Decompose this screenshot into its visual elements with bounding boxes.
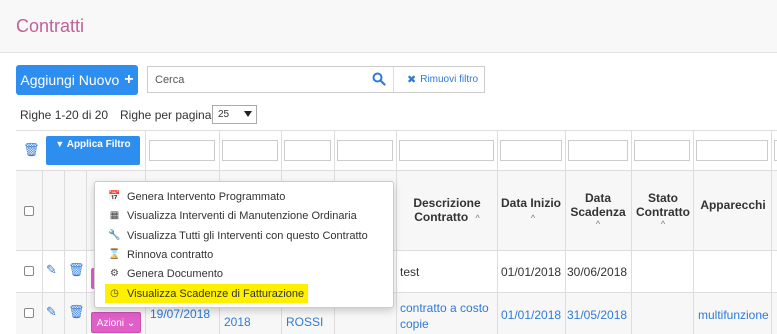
cell-data[interactable]: 19/07/2018 bbox=[150, 307, 210, 321]
cell-descrizione[interactable]: contratto a costo bbox=[400, 301, 489, 315]
cell-data-scadenza[interactable]: 31/05/2018 bbox=[567, 308, 627, 322]
column-header-label: Stato Contratto bbox=[636, 191, 690, 219]
apply-filter-label: Applica Filtro bbox=[66, 139, 131, 150]
filter-icon: ▼ bbox=[55, 139, 65, 149]
sort-icon: ^ bbox=[530, 213, 536, 223]
calendar-plus-icon: 📅 bbox=[108, 191, 121, 202]
apply-filter-button[interactable]: ▼ Applica Filtro bbox=[46, 136, 140, 165]
remove-filter-button[interactable]: ✖ Rimuovi filtro bbox=[407, 73, 478, 86]
pencil-icon[interactable]: ✎ bbox=[46, 304, 57, 320]
cell-apparecchi[interactable]: multifunzione bbox=[698, 308, 769, 322]
menu-item-rinnova[interactable]: ⌛ Rinnova contratto bbox=[108, 245, 213, 264]
column-header-data-scadenza[interactable]: Data Scadenza ^ bbox=[567, 191, 629, 229]
column-divider bbox=[64, 171, 65, 334]
filter-input[interactable] bbox=[337, 140, 393, 161]
column-header-data-inizio[interactable]: Data Inizio ^ bbox=[500, 196, 562, 224]
search-input[interactable] bbox=[148, 67, 393, 92]
cogs-icon: ⚙ bbox=[110, 268, 119, 279]
rows-per-page-value: 25 bbox=[218, 109, 230, 120]
menu-item-label: Visualizza Tutti gli Interventi con ques… bbox=[127, 229, 368, 242]
filter-input[interactable] bbox=[284, 140, 331, 161]
clock-icon: ◷ bbox=[110, 288, 119, 299]
column-divider bbox=[497, 131, 498, 334]
filter-input[interactable] bbox=[568, 140, 628, 161]
column-header-label: Data Scadenza bbox=[570, 191, 626, 219]
sort-icon: ^ bbox=[595, 219, 601, 229]
wrench-icon: 🔧 bbox=[108, 230, 121, 241]
filter-input[interactable] bbox=[149, 140, 215, 161]
rows-per-page-label: Righe per pagina bbox=[120, 108, 212, 122]
trash-icon[interactable]: 🗑 bbox=[68, 304, 85, 320]
filter-input[interactable] bbox=[500, 140, 562, 161]
menu-item-genera-documento[interactable]: ⚙ Genera Documento bbox=[108, 264, 223, 283]
column-header-descrizione[interactable]: Descrizione Contratto ^ bbox=[398, 196, 496, 224]
rows-per-page-select[interactable]: 25 bbox=[212, 105, 257, 124]
plus-icon: + bbox=[124, 71, 134, 88]
search-icon[interactable] bbox=[372, 72, 386, 86]
calendar-grid-icon: ▦ bbox=[109, 210, 120, 221]
hourglass-icon: ⌛ bbox=[108, 249, 121, 260]
cell-data-scadenza: 30/06/2018 bbox=[567, 265, 628, 279]
cell-data-inizio: 01/01/2018 bbox=[501, 265, 562, 279]
cell-cliente[interactable]: ROSSI bbox=[286, 315, 323, 329]
remove-filter-label: Rimuovi filtro bbox=[420, 74, 479, 85]
chevron-down-icon bbox=[244, 111, 252, 117]
rows-info: Righe 1-20 di 20 bbox=[20, 108, 109, 122]
menu-item-label: Genera Intervento Programmato bbox=[127, 190, 286, 203]
row-checkbox[interactable] bbox=[24, 266, 34, 276]
column-header-label: Descrizione Contratto bbox=[413, 196, 481, 224]
menu-item-label: Rinnova contratto bbox=[127, 248, 214, 261]
column-divider bbox=[565, 131, 566, 334]
menu-item-scadenze-fatturazione[interactable]: ◷ Visualizza Scadenze di Fatturazione bbox=[105, 284, 309, 303]
filter-input[interactable] bbox=[696, 140, 768, 161]
column-header-apparecchi[interactable]: Apparecchi bbox=[696, 198, 770, 212]
chevron-down-icon: ⌄ bbox=[126, 318, 136, 329]
column-header-label: Data Inizio bbox=[500, 196, 561, 210]
select-all-checkbox[interactable] bbox=[24, 206, 34, 216]
filter-input[interactable] bbox=[399, 140, 494, 161]
cell-descrizione[interactable]: copie bbox=[400, 317, 429, 331]
row-checkbox[interactable] bbox=[24, 308, 34, 318]
cell-descrizione: test bbox=[400, 265, 420, 279]
actions-button[interactable]: Azioni ⌄ bbox=[91, 312, 141, 333]
column-divider bbox=[86, 171, 87, 334]
menu-item-tutti-interventi[interactable]: 🔧 Visualizza Tutti gli Interventi con qu… bbox=[108, 226, 368, 245]
add-new-button[interactable]: Aggiungi Nuovo + bbox=[16, 65, 138, 95]
column-header-stato[interactable]: Stato Contratto ^ bbox=[633, 191, 693, 229]
menu-item-label: Visualizza Scadenze di Fatturazione bbox=[127, 287, 305, 300]
menu-item-label: Genera Documento bbox=[127, 267, 223, 280]
search-divider bbox=[393, 67, 394, 92]
add-new-label: Aggiungi Nuovo bbox=[20, 72, 120, 88]
pencil-icon[interactable]: ✎ bbox=[46, 262, 57, 278]
page-title: Contratti bbox=[16, 16, 85, 36]
menu-item-genera-intervento[interactable]: 📅 Genera Intervento Programmato bbox=[108, 187, 285, 206]
column-divider bbox=[693, 131, 694, 334]
column-divider bbox=[396, 131, 397, 334]
actions-dropdown-menu: 📅 Genera Intervento Programmato ▦ Visual… bbox=[94, 181, 394, 308]
actions-label: Azioni bbox=[96, 318, 125, 329]
column-divider bbox=[771, 131, 772, 334]
column-header-label: Apparecchi bbox=[700, 198, 766, 212]
cell-numero[interactable]: 2018 bbox=[224, 315, 251, 329]
column-divider bbox=[631, 131, 632, 334]
cell-data-inizio[interactable]: 01/01/2018 bbox=[501, 308, 561, 322]
filter-input[interactable] bbox=[634, 140, 690, 161]
page-header: Contratti bbox=[0, 0, 777, 53]
filter-input[interactable] bbox=[222, 140, 278, 161]
trash-icon[interactable]: 🗑 bbox=[68, 262, 85, 278]
menu-item-interventi-manutenzione[interactable]: ▦ Visualizza Interventi di Manutenzione … bbox=[108, 206, 357, 225]
sort-icon: ^ bbox=[660, 219, 666, 229]
close-icon: ✖ bbox=[407, 74, 417, 86]
sort-icon: ^ bbox=[475, 213, 480, 223]
column-divider bbox=[42, 171, 43, 334]
trash-icon[interactable]: 🗑 bbox=[23, 142, 40, 158]
search-box: ✖ Rimuovi filtro bbox=[147, 66, 485, 93]
menu-item-label: Visualizza Interventi di Manutenzione Or… bbox=[127, 209, 357, 222]
